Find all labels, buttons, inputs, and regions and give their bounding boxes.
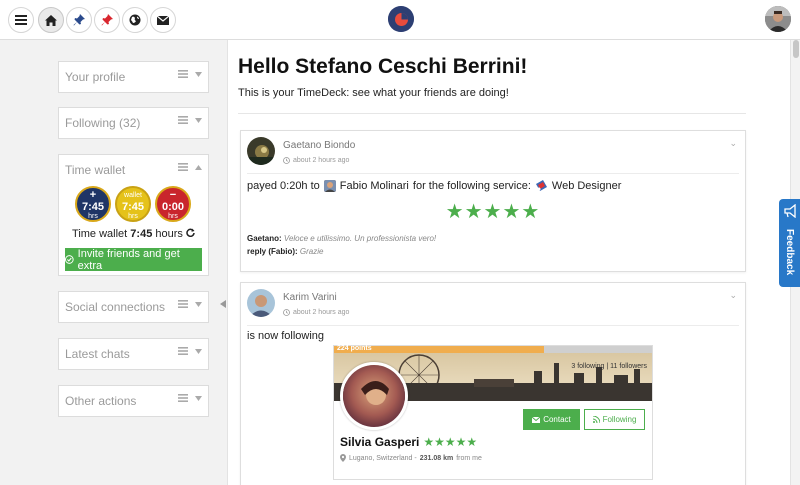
service-tag-icon [535,180,547,191]
pinned-red-button[interactable] [94,7,120,33]
panel-title: Latest chats [65,347,130,361]
panel-other-actions[interactable]: Other actions [58,385,209,417]
reply: reply (Fabio): Grazie [247,247,324,256]
pin-icon [101,14,113,26]
author-name[interactable]: Gaetano Biondo [283,140,355,151]
messages-button[interactable] [150,7,176,33]
profile-card: 224 points 3 following | 11 followers Co… [333,345,653,480]
divider [247,173,739,174]
list-icon[interactable] [178,163,188,171]
list-icon[interactable] [178,394,188,402]
contact-button[interactable]: Contact [523,409,580,430]
list-icon[interactable] [178,300,188,308]
profile-avatar[interactable] [340,362,408,430]
panel-social-connections[interactable]: Social connections [58,291,209,323]
activity-text: payed 0:20h to Fabio Molinari for the fo… [247,180,622,192]
pin-icon [73,14,85,26]
panel-title: Social connections [65,300,166,314]
feedback-tab[interactable]: Feedback [779,199,800,287]
chevron-down-icon[interactable]: ⌄ [729,290,737,301]
envelope-icon [157,15,169,25]
wallet-spent-circle: − 0:00 hrs [155,186,191,222]
scroll-thumb[interactable] [793,40,799,58]
points-progress-bar: 224 points [334,345,652,353]
feedback-label: Feedback [784,229,795,276]
post-time: about 2 hours ago [283,309,349,316]
following-button[interactable]: Following [584,409,645,430]
pinned-blue-button[interactable] [66,7,92,33]
feed-card: Gaetano Biondo about 2 hours ago ⌄ payed… [240,130,746,272]
sidebar-collapse-icon[interactable] [220,300,226,308]
page-title: Hello Stefano Ceschi Berrini! [238,55,528,78]
avatar[interactable] [247,137,275,165]
post-time: about 2 hours ago [283,157,349,164]
chevron-down-icon[interactable] [195,301,202,307]
top-navbar [0,0,800,40]
globe-button[interactable] [122,7,148,33]
panel-title: Other actions [65,394,137,408]
home-icon [45,14,57,26]
timedeck-logo[interactable] [388,6,414,32]
hamburger-icon [15,15,27,25]
check-circle-icon [65,255,74,264]
panel-title: Following (32) [65,116,141,130]
chevron-down-icon[interactable] [195,71,202,77]
invite-friends-button[interactable]: Invite friends and get extra [65,248,202,272]
points-label: 224 points [337,345,372,352]
page-subtitle: This is your TimeDeck: see what your fri… [238,87,509,99]
rating-stars: ★★★★★ [423,435,478,449]
divider [238,113,746,114]
activity-text: is now following [247,330,325,342]
avatar-image [247,289,275,317]
wallet-earned-circle: + 7:45 hrs [75,186,111,222]
author-name[interactable]: Karim Varini [283,292,337,303]
refresh-icon[interactable] [186,228,195,237]
service-link[interactable]: Web Designer [552,180,622,192]
list-icon[interactable] [178,116,188,124]
logo-icon [388,6,414,32]
chevron-down-icon[interactable] [195,117,202,123]
chevron-up-icon[interactable] [195,164,202,170]
globe-icon [129,14,141,26]
list-icon[interactable] [178,347,188,355]
clock-icon [283,157,290,164]
divider [247,325,739,326]
avatar[interactable] [247,289,275,317]
clock-icon [283,309,290,316]
wallet-balance-circle: wallet 7:45 hrs [115,186,151,222]
menu-button[interactable] [8,7,34,33]
wallet-summary: Time wallet 7:45 hours [59,228,208,240]
panel-latest-chats[interactable]: Latest chats [58,338,209,370]
avatar-image [765,6,791,32]
avatar-image [343,365,405,427]
avatar-image [247,137,275,165]
envelope-icon [532,416,541,423]
profile-location: Lugano, Switzerland - 231.08 km from me [340,454,482,462]
person-link[interactable]: Fabio Molinari [340,180,409,192]
sidebar: Your profile Following (32) Time wallet … [0,40,228,485]
chevron-down-icon[interactable]: ⌄ [729,138,737,149]
panel-title: Your profile [65,70,126,84]
person-avatar-icon [323,180,336,192]
rss-icon [592,416,600,423]
main-content: Hello Stefano Ceschi Berrini! This is yo… [228,40,790,485]
chevron-down-icon[interactable] [195,348,202,354]
follow-stats: 3 following | 11 followers [571,363,647,370]
chevron-down-icon[interactable] [195,395,202,401]
user-avatar[interactable] [765,6,791,32]
feed-card: Karim Varini about 2 hours ago ⌄ is now … [240,282,746,485]
home-button[interactable] [38,7,64,33]
profile-name: Silvia Gasperi ★★★★★ [340,435,478,449]
panel-time-wallet: Time wallet + 7:45 hrs wallet 7:45 hrs −… [58,154,209,276]
rating-stars: ★★★★★ [445,201,541,223]
comment: Gaetano: Veloce e utilissimo. Un profess… [247,234,437,243]
map-marker-icon [340,454,346,462]
list-icon[interactable] [178,70,188,78]
megaphone-icon [784,204,796,218]
panel-title: Time wallet [65,163,126,177]
panel-your-profile[interactable]: Your profile [58,61,209,93]
panel-following[interactable]: Following (32) [58,107,209,139]
